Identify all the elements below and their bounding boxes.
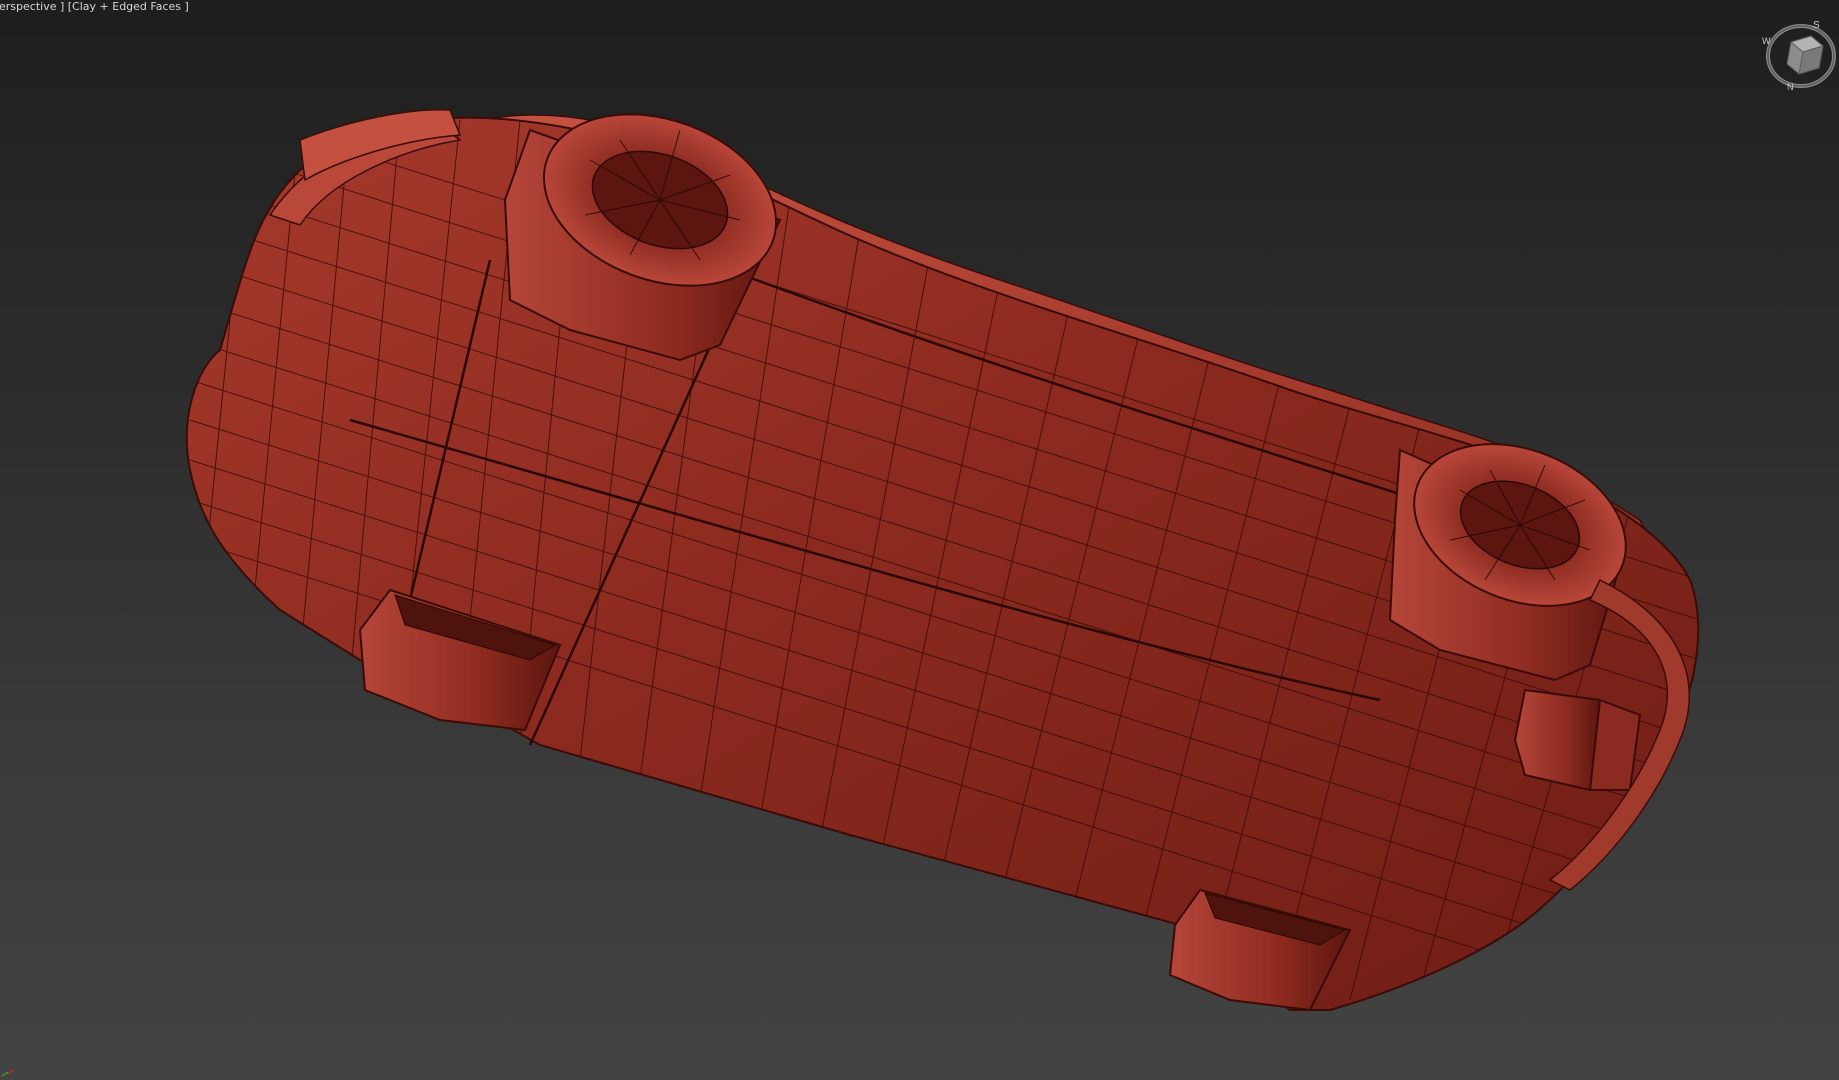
compass-n-label[interactable]: N bbox=[1787, 82, 1794, 92]
axis-tripod-icon bbox=[1, 1069, 15, 1077]
car-underside-model[interactable] bbox=[0, 0, 1839, 1080]
compass-w-label[interactable]: W bbox=[1762, 36, 1771, 46]
viewcube-navigation-icon[interactable]: S W N bbox=[1759, 18, 1839, 94]
compass-s-label[interactable]: S bbox=[1813, 20, 1820, 31]
perspective-viewport[interactable]: erspective ] [Clay + Edged Faces ] S W N bbox=[0, 0, 1839, 1080]
